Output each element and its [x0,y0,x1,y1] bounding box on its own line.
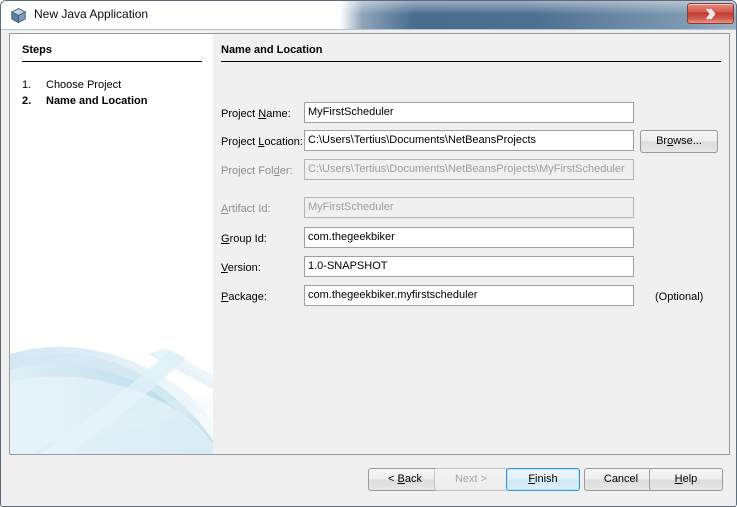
title-bar: New Java Application [1,1,736,30]
steps-heading: Steps [22,44,52,56]
step-label: Name and Location [46,95,148,107]
project-folder-input: C:\Users\Tertius\Documents\NetBeansProje… [304,159,634,180]
page-title-divider [221,61,721,62]
step-number: 2. [22,95,32,107]
finish-button[interactable]: Finish [506,468,580,491]
version-label: Version: [221,262,261,274]
artifact-id-input: MyFirstScheduler [304,197,634,218]
version-input[interactable]: 1.0-SNAPSHOT [304,256,634,277]
next-button: Next > [434,468,508,491]
dialog-footer: < Back Next > Finish Cancel Help [1,456,736,506]
window-title: New Java Application [34,7,149,21]
help-button[interactable]: Help [649,468,723,491]
new-java-application-dialog: New Java Application Steps 1. Choose Proj… [0,0,737,507]
project-location-label: Project Location: [221,136,303,148]
group-id-label: Group Id: [221,233,267,245]
project-folder-label: Project Folder: [221,165,293,177]
page-title: Name and Location [221,44,323,56]
browse-button[interactable]: Browse... [640,130,718,153]
steps-heading-divider [22,61,202,62]
close-button[interactable] [687,3,734,24]
step-label: Choose Project [46,79,122,91]
step-item-choose-project: 1. Choose Project [22,79,207,91]
project-name-input[interactable]: MyFirstScheduler [304,102,634,123]
artifact-id-label: Artifact Id: [221,203,271,215]
group-id-input[interactable]: com.thegeekbiker [304,227,634,248]
package-label: Package: [221,291,267,303]
step-number: 1. [22,79,32,91]
package-optional-note: (Optional) [655,291,704,303]
steps-panel: Steps 1. Choose Project 2. Name and Locati… [9,33,213,455]
package-input[interactable]: com.thegeekbiker.myfirstscheduler [304,285,634,306]
back-button[interactable]: < Back [368,468,442,491]
project-location-input[interactable]: C:\Users\Tertius\Documents\NetBeansProje… [304,130,634,151]
decorative-swoosh-graphic [10,346,213,454]
step-item-name-and-location: 2. Name and Location [22,95,207,107]
project-name-label: Project Name: [221,108,291,120]
cancel-button[interactable]: Cancel [584,468,658,491]
content-panel: Name and Location Project Name: MyFirstS… [213,33,730,455]
java-cube-icon [10,7,27,24]
